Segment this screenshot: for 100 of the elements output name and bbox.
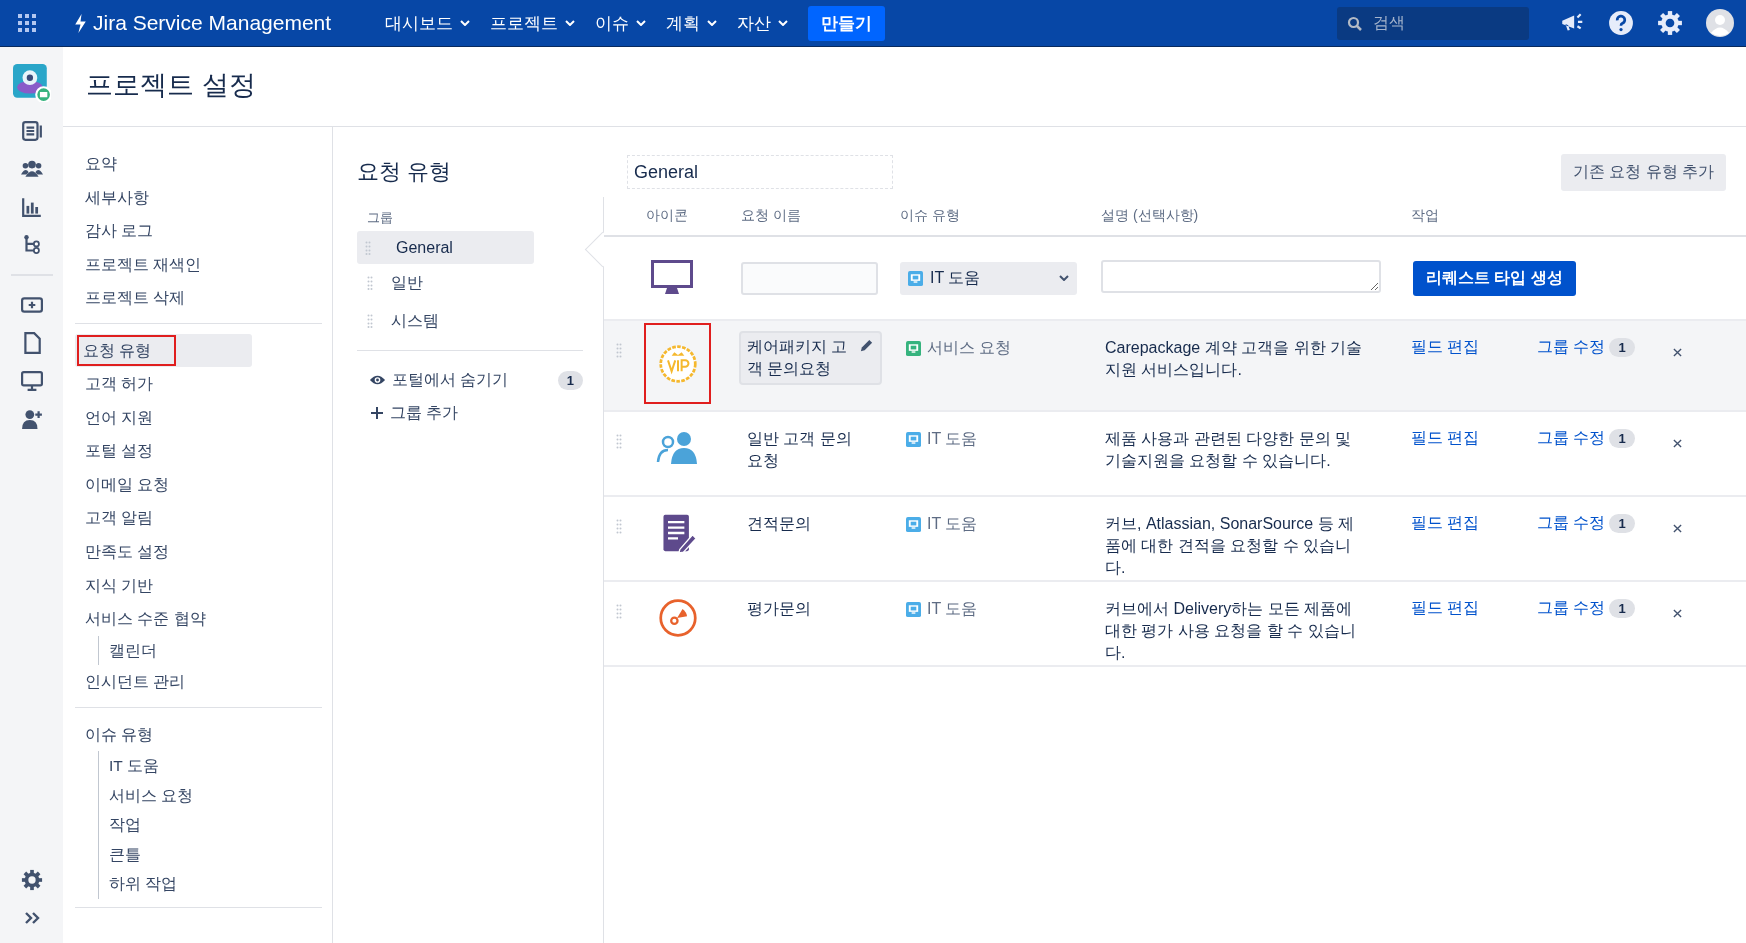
project-avatar-icon[interactable]: [12, 64, 51, 102]
chevron-down-icon: [565, 20, 576, 26]
settings-nav-item[interactable]: 요청 유형: [75, 333, 252, 367]
search-field[interactable]: 검색: [1337, 6, 1529, 40]
drag-handle-icon[interactable]: [367, 314, 373, 328]
nav-menu[interactable]: 자산: [729, 11, 797, 35]
request-name-field[interactable]: [741, 261, 878, 295]
settings-nav-item[interactable]: 요약: [75, 147, 322, 181]
nav-menu[interactable]: 대시보드: [377, 11, 479, 35]
settings-nav-item[interactable]: 언어 지원: [75, 400, 322, 435]
settings-nav-subitem[interactable]: 하위 작업: [98, 869, 322, 899]
eye-icon: [369, 374, 386, 386]
drag-handle-icon[interactable]: [616, 519, 622, 535]
add-box-icon[interactable]: [20, 294, 43, 316]
create-button[interactable]: 만들기: [808, 5, 886, 41]
drag-handle-icon[interactable]: [616, 343, 622, 359]
settings-nav-item[interactable]: 고객 알림: [75, 501, 322, 535]
hidden-from-portal-link[interactable]: 포털에서 숨기기: [392, 369, 558, 391]
edit-groups-link[interactable]: 그룹 수정: [1537, 597, 1606, 619]
nav-menu[interactable]: 계획: [658, 11, 726, 35]
settings-icon[interactable]: [20, 869, 43, 891]
add-user-icon[interactable]: [20, 408, 43, 430]
drag-handle-icon[interactable]: [616, 434, 622, 450]
description-text: 제품 사용과 관련된 다양한 문의 및 기술지원을 요청할 수 있습니다.: [1104, 429, 1353, 471]
count-badge: 1: [1609, 428, 1635, 448]
count-badge: 1: [1609, 598, 1635, 618]
edit-fields-link[interactable]: 필드 편집: [1411, 597, 1537, 619]
settings-nav-subitem[interactable]: 큰틀: [98, 839, 322, 870]
edit-fields-link[interactable]: 필드 편집: [1411, 336, 1537, 358]
close-icon[interactable]: [1672, 523, 1682, 533]
close-icon[interactable]: [1672, 608, 1682, 618]
settings-nav-item[interactable]: 포털 설정: [75, 434, 322, 468]
drag-handle-icon[interactable]: [367, 276, 373, 290]
settings-nav-item[interactable]: 서비스 수준 협약: [75, 602, 322, 636]
issue-type-select[interactable]: IT 도움: [900, 261, 1077, 295]
edit-groups-link[interactable]: 그룹 수정: [1537, 336, 1606, 358]
create-request-type-button[interactable]: 리퀘스트 타입 생성: [1413, 260, 1576, 296]
settings-nav-item[interactable]: 프로젝트 삭제: [75, 281, 322, 315]
close-icon[interactable]: [1672, 347, 1682, 357]
avatar-icon[interactable]: [1706, 9, 1734, 37]
bar-chart-icon[interactable]: [20, 196, 43, 218]
bolt-icon: [74, 13, 87, 33]
people-icon[interactable]: [20, 158, 43, 180]
settings-nav-subitem[interactable]: 작업: [98, 810, 322, 840]
settings-nav-item[interactable]: 프로젝트 재색인: [75, 247, 322, 282]
group-item[interactable]: 시스템: [357, 302, 583, 340]
product-logo-text[interactable]: Jira Service Management: [93, 11, 332, 35]
expand-icon[interactable]: [23, 911, 40, 925]
page-title: 프로젝트 설정: [63, 47, 1746, 127]
chevron-down-icon: [707, 20, 718, 26]
request-name-field[interactable]: 케어패키지 고객 문의요청: [739, 331, 882, 385]
chevron-down-icon: [1059, 275, 1069, 281]
settings-icon[interactable]: [1657, 10, 1683, 36]
settings-nav-item[interactable]: 세부사항: [75, 180, 322, 215]
group-item[interactable]: General: [357, 231, 534, 264]
app-grid-icon[interactable]: [18, 14, 36, 32]
pencil-icon[interactable]: [859, 338, 874, 353]
settings-nav-item[interactable]: 이슈 유형: [75, 717, 322, 752]
group-item[interactable]: 일반: [357, 264, 583, 302]
add-existing-button[interactable]: 기존 요청 유형 추가: [1560, 153, 1726, 191]
issue-type-label: IT 도움: [927, 598, 978, 619]
column-header: 설명 (선택사항): [1101, 207, 1200, 225]
settings-nav-item[interactable]: 감사 로그: [75, 214, 322, 248]
chevron-down-icon: [778, 20, 789, 26]
nav-menu[interactable]: 이슈: [587, 11, 655, 35]
chevron-down-icon: [460, 20, 471, 26]
request-name: 일반 고객 문의요청: [746, 429, 853, 471]
drag-handle-icon[interactable]: [616, 604, 622, 620]
count-badge: 1: [1609, 337, 1635, 357]
count-badge: 1: [1609, 513, 1635, 533]
count-badge: 1: [557, 370, 583, 390]
edit-fields-link[interactable]: 필드 편집: [1411, 512, 1537, 534]
list-icon[interactable]: [20, 120, 43, 142]
edit-groups-link[interactable]: 그룹 수정: [1537, 512, 1606, 534]
settings-nav-item[interactable]: 고객 허가: [75, 366, 322, 401]
description-text: 커브, Atlassian, SonarSource 등 제품에 대한 견적을 요청할 수 있습니다.: [1104, 514, 1355, 578]
request-name: 평가문의: [746, 599, 812, 619]
settings-nav-item[interactable]: 만족도 설정: [75, 534, 322, 569]
issue-type-label: 서비스 요청: [927, 337, 1012, 358]
nav-menu[interactable]: 프로젝트: [482, 11, 584, 35]
request-name: 견적문의: [746, 514, 812, 534]
edit-fields-link[interactable]: 필드 편집: [1411, 427, 1537, 449]
help-icon[interactable]: [1608, 10, 1634, 36]
drag-handle-icon[interactable]: [365, 240, 371, 255]
settings-nav-item[interactable]: 지식 기반: [75, 568, 322, 603]
column-header: 작업: [1411, 207, 1440, 225]
monitor-icon[interactable]: [20, 370, 43, 392]
search-icon: [1347, 15, 1363, 32]
group-name-field[interactable]: General: [627, 155, 893, 189]
settings-nav-item[interactable]: 인시던트 관리: [75, 665, 322, 699]
description-field[interactable]: [1101, 259, 1381, 293]
edit-groups-link[interactable]: 그룹 수정: [1537, 427, 1606, 449]
settings-nav-subitem[interactable]: 서비스 요청: [98, 780, 322, 811]
settings-nav-subitem[interactable]: 캘린더: [98, 635, 322, 666]
issue-type-label: IT 도움: [927, 428, 978, 449]
column-header: 아이콘: [645, 207, 689, 225]
close-icon[interactable]: [1672, 438, 1682, 448]
settings-nav-subitem[interactable]: IT 도움: [98, 751, 322, 781]
settings-nav-item[interactable]: 이메일 요청: [75, 467, 322, 502]
add-group-button[interactable]: 그룹 추가: [357, 395, 583, 431]
